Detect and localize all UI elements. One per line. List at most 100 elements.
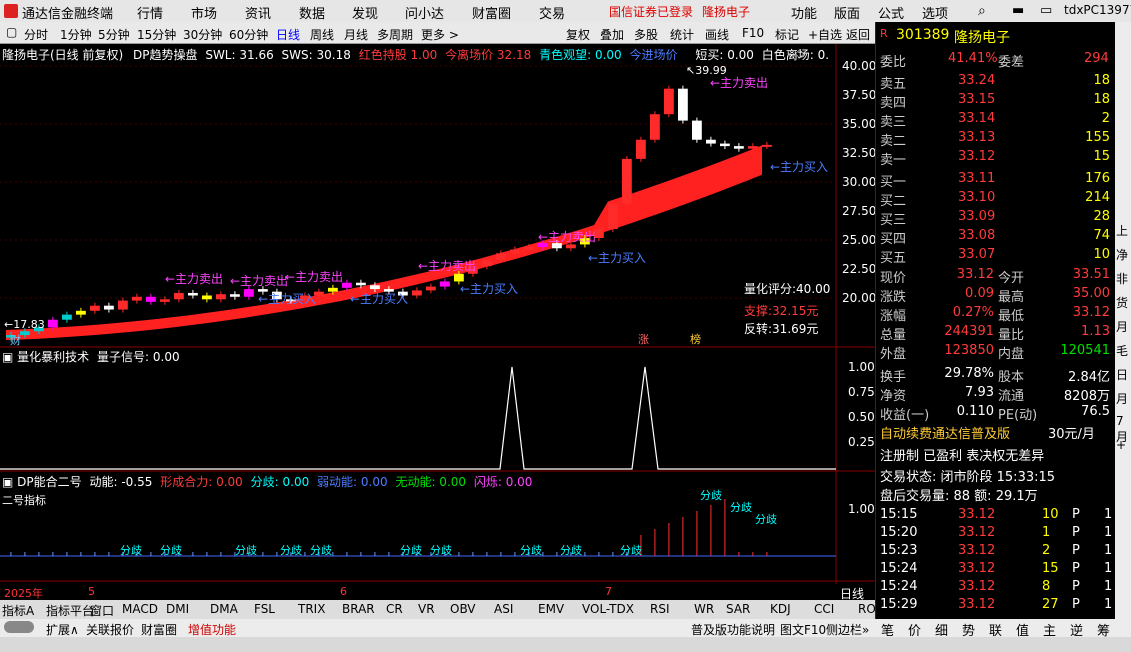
btn-multistock[interactable]: 多股 (634, 26, 658, 43)
indicator-tab[interactable]: RSI (650, 602, 670, 616)
candle[interactable] (202, 295, 212, 300)
period-5min[interactable]: 5分钟 (98, 26, 130, 43)
cai-badge[interactable]: 财 (10, 332, 21, 348)
btn-mark[interactable]: 标记 (775, 26, 799, 43)
candle[interactable] (636, 139, 646, 159)
candle[interactable] (748, 146, 758, 149)
candle[interactable] (230, 294, 240, 297)
monitor-icon[interactable]: ▢ (6, 25, 17, 39)
indicator-tab[interactable]: WR (694, 602, 714, 616)
indicator-tab[interactable]: CR (386, 602, 403, 616)
candle[interactable] (524, 246, 534, 250)
indicator-tab[interactable]: OBV (450, 602, 476, 616)
menu-data[interactable]: 数据 (299, 3, 325, 22)
candle[interactable] (370, 285, 380, 290)
period-multi[interactable]: 多周期 (377, 26, 413, 43)
period-daily[interactable]: 日线 (276, 26, 300, 43)
period-fenshi[interactable]: 分时 (24, 26, 48, 43)
menu-ask[interactable]: 问小达 (405, 3, 444, 22)
candle[interactable] (412, 290, 422, 296)
indicator-tab[interactable]: ASI (494, 602, 513, 616)
btn-back[interactable]: 返回 (846, 26, 870, 43)
rank-badge[interactable]: 榜 (690, 331, 701, 347)
period-1min[interactable]: 1分钟 (60, 26, 92, 43)
chart-area[interactable]: 分歧 分歧 分歧 分歧 分歧 分歧 分歧 分歧 分歧 分歧 分歧 分歧 分歧 隆扬电子(日线 前复权) … (0, 44, 876, 601)
ask-row[interactable]: 卖三 33.14 2 (876, 110, 1116, 130)
status-expand[interactable]: 扩展∧ (46, 621, 79, 638)
ask-row[interactable]: 卖四 33.15 18 (876, 91, 1116, 111)
sub2-title[interactable]: DP能合二号 (17, 475, 81, 489)
indicator-name[interactable]: DP趋势操盘 (133, 48, 197, 62)
candle[interactable] (62, 314, 72, 320)
candle[interactable] (118, 300, 128, 310)
candle[interactable] (216, 294, 226, 300)
minimize-icon[interactable]: ▬ (1012, 3, 1024, 18)
indicator-tab[interactable]: VR (418, 602, 435, 616)
candle[interactable] (244, 289, 254, 297)
menu-discover[interactable]: 发现 (352, 3, 378, 22)
indicator-tab[interactable]: VOL-TDX (582, 602, 634, 616)
menu-wealth[interactable]: 财富圈 (472, 3, 511, 22)
candle[interactable] (76, 310, 86, 315)
candle[interactable] (692, 120, 702, 140)
candle[interactable] (188, 292, 198, 296)
indicator-tab[interactable]: FSL (254, 602, 275, 616)
menu-options[interactable]: 选项 (922, 3, 948, 22)
candle[interactable] (146, 296, 156, 302)
menu-market[interactable]: 市场 (191, 3, 217, 22)
search-icon[interactable]: ⌕ (978, 3, 986, 19)
candle[interactable] (104, 305, 114, 310)
menu-quotes[interactable]: 行情 (137, 3, 163, 22)
indicator-tab[interactable]: SAR (726, 602, 750, 616)
promo-row[interactable]: 自动续费通达信普及版 30元/月 (876, 422, 1116, 442)
menu-layout[interactable]: 版面 (834, 3, 860, 22)
indicator-tab[interactable]: MACD (122, 602, 158, 616)
btn-fuquan[interactable]: 复权 (566, 26, 590, 43)
ask-row[interactable]: 卖五 33.24 18 (876, 72, 1116, 92)
ask-row[interactable]: 卖二 33.13 155 (876, 129, 1116, 149)
candle[interactable] (622, 158, 632, 204)
menu-formula[interactable]: 公式 (878, 3, 904, 22)
indicator-tab[interactable]: DMA (210, 602, 238, 616)
indicator-tab[interactable]: 指标A (2, 602, 34, 619)
period-weekly[interactable]: 周线 (310, 26, 334, 43)
indicator-tab[interactable]: 窗口 (90, 602, 114, 619)
menu-news[interactable]: 资讯 (245, 3, 271, 22)
btn-add-watch[interactable]: +自选 (808, 26, 842, 43)
limit-up-badge[interactable]: 涨 (638, 331, 649, 347)
candle[interactable] (664, 88, 674, 115)
promo-price[interactable]: 30元/月 (1048, 423, 1095, 442)
candle[interactable] (426, 286, 436, 291)
period-30min[interactable]: 30分钟 (183, 26, 222, 43)
candle[interactable] (762, 144, 772, 147)
candle[interactable] (356, 282, 366, 286)
bid-row[interactable]: 买一 33.11 176 (876, 170, 1116, 190)
collapse-icon[interactable]: ▣ (2, 475, 13, 489)
bid-row[interactable]: 买四 33.08 74 (876, 227, 1116, 247)
status-value-add[interactable]: 增值功能 (188, 621, 236, 638)
toggle-icon[interactable] (4, 621, 34, 633)
btn-stats[interactable]: 统计 (670, 26, 694, 43)
candle[interactable] (734, 146, 744, 149)
period-monthly[interactable]: 月线 (344, 26, 368, 43)
bid-row[interactable]: 买二 33.10 214 (876, 189, 1116, 209)
btn-overlay[interactable]: 叠加 (600, 26, 624, 43)
collapse-icon[interactable]: ▣ (2, 350, 13, 364)
candle[interactable] (20, 331, 30, 336)
promo-text[interactable]: 自动续费通达信普及版 (880, 423, 1010, 442)
candle[interactable] (160, 299, 170, 302)
candle[interactable] (482, 259, 492, 267)
menu-function[interactable]: 功能 (791, 3, 817, 22)
settings-diamond-icon[interactable]: ◇ (795, 46, 804, 60)
candle[interactable] (510, 249, 520, 254)
bid-row[interactable]: 买三 33.09 28 (876, 208, 1116, 228)
candle[interactable] (678, 88, 688, 121)
candle[interactable] (48, 319, 58, 328)
candle[interactable] (720, 143, 730, 147)
candle[interactable] (90, 305, 100, 311)
status-wealth[interactable]: 财富圈 (141, 621, 177, 638)
period-60min[interactable]: 60分钟 (229, 26, 268, 43)
bid-row[interactable]: 买五 33.07 10 (876, 246, 1116, 266)
status-help[interactable]: 普及版功能说明 (691, 621, 775, 638)
restore-icon[interactable]: ▭ (1040, 3, 1052, 18)
